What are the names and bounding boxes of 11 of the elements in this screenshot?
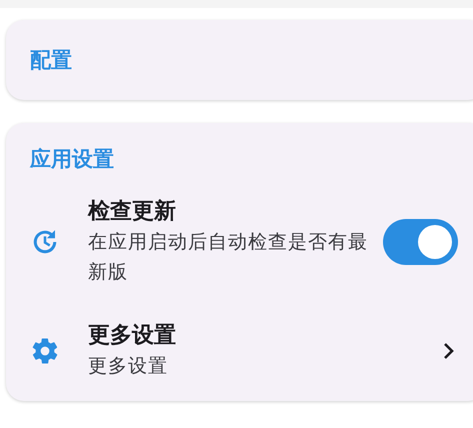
chevron-right-icon	[442, 342, 454, 360]
settings-icon	[30, 336, 60, 366]
item-title: 更多设置	[88, 322, 176, 350]
section-title: 配置	[29, 47, 72, 74]
settings-row[interactable]: 检查更新 在应用启动后自动检查是否有最新版	[6, 197, 473, 287]
toggle-switch[interactable]	[383, 219, 458, 265]
settings-row[interactable]: 更多设置 更多设置	[6, 321, 473, 381]
item-description: 更多设置	[88, 354, 169, 379]
item-title: 检查更新	[88, 198, 176, 226]
item-description: 在应用启动后自动检查是否有最新版	[88, 230, 369, 285]
section-title: 应用设置	[28, 146, 114, 173]
